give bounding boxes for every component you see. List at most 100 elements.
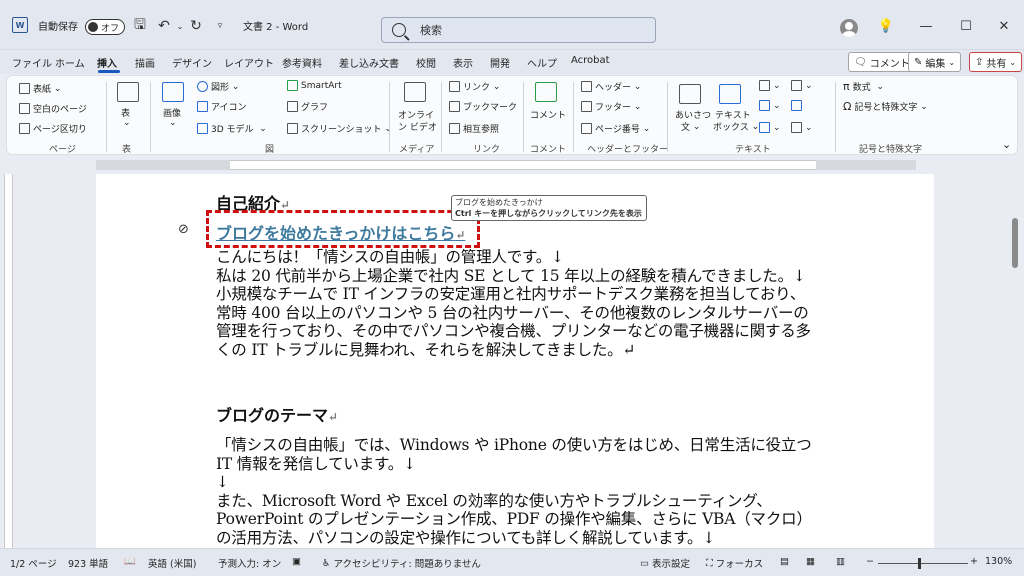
- undo-dropdown-icon[interactable]: ⌄: [172, 18, 188, 34]
- lightbulb-icon[interactable]: 💡: [878, 19, 894, 34]
- tab-references[interactable]: 参考資料: [282, 55, 322, 70]
- tab-insert[interactable]: 挿入: [97, 55, 117, 70]
- tab-view[interactable]: 表示: [453, 55, 473, 70]
- shapes-icon: [197, 81, 208, 92]
- cover-page-button[interactable]: 表紙 ⌄: [19, 82, 61, 95]
- close-button[interactable]: ✕: [996, 19, 1012, 34]
- tab-acrobat[interactable]: Acrobat: [571, 55, 610, 66]
- zoom-slider-thumb[interactable]: [918, 558, 921, 569]
- customize-qat-icon[interactable]: ▿: [212, 18, 228, 34]
- vertical-ruler[interactable]: [0, 174, 16, 548]
- new-comment-button[interactable]: コメント: [530, 108, 566, 121]
- tab-developer[interactable]: 開発: [490, 55, 510, 70]
- tab-home[interactable]: ホーム: [55, 55, 85, 70]
- active-tab-indicator: [98, 70, 120, 73]
- edit-button[interactable]: ✎ 編集 ⌄: [908, 52, 962, 72]
- zoom-out-icon[interactable]: −: [866, 556, 874, 567]
- zoom-in-icon[interactable]: +: [970, 556, 978, 567]
- header-icon: [581, 81, 592, 92]
- chart-label: グラフ: [301, 103, 329, 113]
- equation-button[interactable]: π 数式 ⌄: [843, 80, 884, 93]
- accessibility-status[interactable]: ♿ アクセシビリティ: 問題ありません: [322, 556, 481, 571]
- chevron-down-icon: ⌄: [123, 118, 131, 128]
- wordart-glyph: [759, 100, 770, 111]
- autosave-toggle[interactable]: オフ: [85, 19, 125, 35]
- shapes-button[interactable]: 図形 ⌄: [197, 80, 239, 93]
- tab-draw[interactable]: 描画: [135, 55, 155, 70]
- vertical-scrollbar[interactable]: [1008, 174, 1024, 548]
- page-number-button[interactable]: ページ番号 ⌄: [581, 122, 650, 135]
- link-label: リンク: [463, 83, 491, 93]
- intro-body: こんにちは！「情シスの自由帳」の管理人です。↓ 私は 20 代前半から上場企業で…: [216, 248, 816, 360]
- minimize-button[interactable]: —: [918, 19, 934, 34]
- avatar[interactable]: [840, 19, 858, 37]
- bookmark-button[interactable]: ブックマーク: [449, 100, 517, 113]
- link-button[interactable]: リンク ⌄: [449, 80, 500, 93]
- collapse-ribbon-icon[interactable]: ⌄: [1002, 138, 1011, 151]
- tab-layout[interactable]: レイアウト: [224, 55, 274, 70]
- scrollbar-thumb[interactable]: [1012, 218, 1018, 268]
- tab-review[interactable]: 校閲: [416, 55, 436, 70]
- word-count[interactable]: 923 単語: [68, 556, 108, 570]
- page-indicator[interactable]: 1/2 ページ: [10, 556, 57, 570]
- web-layout-icon[interactable]: ▥: [836, 556, 845, 567]
- cover-page-icon: [19, 83, 30, 94]
- group-label-symbols: 記号と特殊文字: [859, 145, 923, 155]
- blank-page-icon: [19, 103, 30, 114]
- signature-line-icon[interactable]: ⌄: [791, 80, 813, 91]
- wordart-icon[interactable]: ⌄: [759, 100, 781, 111]
- ruler-left-margin: [96, 160, 230, 170]
- heading-theme: ブログのテーマ↵: [216, 402, 338, 426]
- crossref-button[interactable]: 相互参照: [449, 122, 499, 135]
- symbol-button[interactable]: Ω 記号と特殊文字 ⌄: [843, 100, 928, 113]
- search-box[interactable]: 検索: [381, 17, 656, 43]
- undo-icon[interactable]: ↶: [156, 18, 172, 34]
- footer-button[interactable]: フッター ⌄: [581, 100, 641, 113]
- print-layout-icon[interactable]: ▦: [806, 556, 815, 567]
- redo-icon[interactable]: ↻: [188, 18, 204, 34]
- tab-file[interactable]: ファイル: [12, 55, 52, 70]
- text-predictions[interactable]: 予測入力: オン: [218, 556, 281, 570]
- page-break-button[interactable]: ページ区切り: [19, 122, 87, 135]
- focus-button[interactable]: ⛶ フォーカス: [706, 556, 763, 571]
- read-mode-icon[interactable]: ▤: [780, 556, 789, 567]
- display-settings-label: 表示設定: [651, 559, 690, 570]
- share-button[interactable]: ⇪ 共有 ⌄: [969, 52, 1023, 72]
- footer-label: フッター: [595, 103, 632, 113]
- tab-mailings[interactable]: 差し込み文書: [339, 55, 399, 70]
- comment-button[interactable]: 🗨 コメント: [848, 52, 916, 72]
- focus-icon: ⛶: [706, 557, 713, 569]
- blank-page-button[interactable]: 空白のページ: [19, 102, 87, 115]
- bookmark-label: ブックマーク: [463, 103, 518, 113]
- tab-help[interactable]: ヘルプ: [527, 55, 557, 70]
- title-bar: W 自動保存 オフ 🖫 ↶ ⌄ ↻ ▿ 文書 2 - Word 検索 💡 — ☐…: [0, 0, 1024, 50]
- chart-button[interactable]: グラフ: [287, 100, 328, 113]
- maximize-button[interactable]: ☐: [958, 19, 974, 34]
- pencil-icon: ✎: [914, 56, 923, 68]
- vertical-ruler-body: [4, 174, 13, 548]
- header-button[interactable]: ヘッダー ⌄: [581, 80, 641, 93]
- model3d-button[interactable]: 3D モデル ⌄: [197, 122, 267, 135]
- smartart-button[interactable]: SmartArt: [287, 80, 342, 91]
- language[interactable]: 英語 (米国): [148, 556, 196, 570]
- horizontal-ruler[interactable]: [0, 157, 1024, 173]
- dropcap-icon[interactable]: ⌄: [759, 122, 781, 133]
- zoom-slider-track[interactable]: [878, 563, 968, 564]
- datetime-icon[interactable]: [791, 100, 805, 111]
- group-separator: [389, 82, 390, 152]
- display-settings-button[interactable]: ▭ 表示設定: [640, 556, 690, 571]
- zoom-level[interactable]: 130%: [985, 556, 1012, 567]
- object-icon[interactable]: ⌄: [791, 122, 813, 133]
- page-break-icon: [19, 123, 30, 134]
- screenshot-button[interactable]: スクリーンショット ⌄: [287, 122, 392, 135]
- proofing-icon[interactable]: 📖: [124, 556, 136, 567]
- quick-parts-icon[interactable]: ⌄: [759, 80, 781, 91]
- group-separator: [667, 82, 668, 152]
- group-separator: [835, 82, 836, 152]
- tab-design[interactable]: デザイン: [172, 55, 212, 70]
- page-number-label: ページ番号: [595, 125, 640, 135]
- macro-icon[interactable]: ▣: [292, 556, 301, 567]
- save-icon[interactable]: 🖫: [132, 17, 148, 34]
- icons-button[interactable]: アイコン: [197, 100, 247, 113]
- icons-icon: [197, 101, 208, 112]
